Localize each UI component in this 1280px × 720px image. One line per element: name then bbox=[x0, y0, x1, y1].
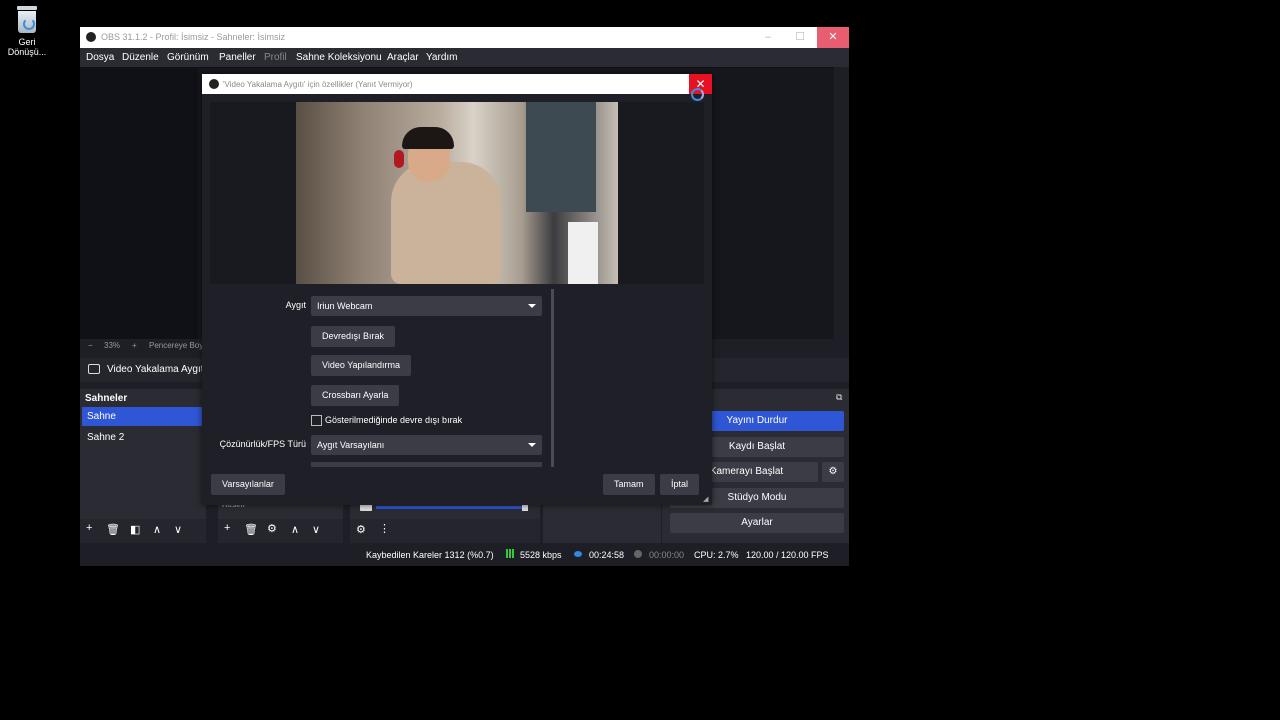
mixer-toolbar: ⚙ ⋮ bbox=[350, 519, 540, 543]
chevron-down-icon bbox=[528, 304, 536, 308]
zoom-fit-button[interactable]: Pencereye Boy bbox=[149, 341, 203, 350]
menu-docks[interactable]: Paneller bbox=[219, 52, 256, 63]
recycle-bin-icon[interactable]: Geri Dönüşü... bbox=[4, 6, 50, 57]
menu-scene-collection[interactable]: Sahne Koleksiyonu bbox=[296, 52, 382, 63]
resolution-value: Aygıt Varsayılanı bbox=[317, 440, 385, 450]
scenes-toolbar: + 🗑 ◧ ∧ ∨ bbox=[80, 519, 206, 543]
fps-readout: 120.00 / 120.00 FPS bbox=[746, 550, 829, 560]
add-source-icon[interactable]: + bbox=[224, 522, 230, 534]
scenes-dock: Sahneler Sahne Sahne 2 bbox=[80, 389, 206, 519]
zoom-in-button[interactable]: + bbox=[132, 341, 137, 350]
menu-file[interactable]: Dosya bbox=[86, 52, 114, 63]
stream-icon bbox=[574, 551, 582, 557]
menu-bar: Dosya Düzenle Görünüm Paneller Profil Sa… bbox=[80, 48, 849, 67]
deactivate-when-hidden-label: Gösterilmediğinde devre dışı bırak bbox=[325, 415, 463, 425]
menu-view[interactable]: Görünüm bbox=[167, 52, 209, 63]
sources-toolbar: + 🗑 ⚙ ∧ ∨ bbox=[218, 519, 343, 543]
menu-profile[interactable]: Profil bbox=[264, 52, 287, 63]
remove-source-icon[interactable]: 🗑 bbox=[244, 523, 258, 536]
move-up-icon[interactable]: ∧ bbox=[153, 523, 161, 536]
deactivate-button[interactable]: Devredışı Bırak bbox=[311, 326, 396, 347]
settings-button[interactable]: Ayarlar bbox=[670, 513, 844, 533]
maximize-button[interactable]: ☐ bbox=[785, 27, 815, 48]
move-down-icon[interactable]: ∨ bbox=[312, 523, 320, 536]
bitrate: 5528 kbps bbox=[520, 550, 562, 560]
resolution-select[interactable]: Aygıt Varsayılanı bbox=[311, 435, 542, 455]
deactivate-when-hidden-checkbox[interactable] bbox=[311, 415, 322, 426]
scene-item[interactable]: Sahne bbox=[82, 407, 204, 426]
close-button[interactable]: ✕ bbox=[817, 27, 849, 48]
resize-grip-icon[interactable]: ◢ bbox=[703, 495, 708, 503]
crossbar-button[interactable]: Crossbarı Ayarla bbox=[311, 385, 400, 406]
undock-icon[interactable]: ⧉ bbox=[836, 392, 842, 403]
zoom-value: 33% bbox=[104, 341, 121, 350]
status-bar: Kaybedilen Kareler 1312 (%0.7) 5528 kbps… bbox=[80, 543, 849, 566]
dropped-frames: Kaybedilen Kareler 1312 (%0.7) bbox=[366, 550, 494, 560]
obs-logo-icon bbox=[209, 79, 219, 89]
resolution-label: Çözünürlük/FPS Türü bbox=[219, 439, 306, 449]
trash-icon bbox=[14, 6, 40, 34]
record-icon bbox=[634, 550, 642, 558]
selected-source-name: Video Yakalama Aygıtı bbox=[107, 364, 207, 375]
camera-icon bbox=[88, 364, 100, 374]
menu-help[interactable]: Yardım bbox=[426, 52, 458, 63]
scene-item[interactable]: Sahne 2 bbox=[82, 428, 204, 447]
dialog-titlebar: 'Video Yakalama Aygıtı' için özellikler … bbox=[202, 74, 712, 101]
minimize-button[interactable]: – bbox=[753, 27, 783, 48]
console-shape bbox=[568, 222, 598, 284]
properties-dialog: 'Video Yakalama Aygıtı' için özellikler … bbox=[202, 74, 712, 505]
hair-shape bbox=[402, 127, 454, 149]
obs-logo-icon bbox=[86, 32, 96, 42]
device-select[interactable]: Iriun Webcam bbox=[311, 296, 542, 316]
record-time: 00:00:00 bbox=[649, 550, 685, 560]
jacket-shape bbox=[526, 102, 596, 212]
stream-time: 00:24:58 bbox=[589, 550, 625, 560]
volume-slider[interactable] bbox=[376, 506, 524, 509]
remove-scene-icon[interactable]: 🗑 bbox=[106, 523, 120, 536]
virtual-camera-settings-icon[interactable]: ⚙ bbox=[822, 462, 844, 482]
zoom-bar: − 33% + Pencereye Boy bbox=[80, 339, 220, 353]
recycle-bin-label: Geri Dönüşü... bbox=[7, 37, 47, 57]
window-title: OBS 31.1.2 - Profil: İsimsiz - Sahneler:… bbox=[101, 32, 286, 42]
more-options-icon[interactable]: ⋮ bbox=[379, 522, 390, 535]
webcam-feed bbox=[296, 102, 618, 284]
dialog-title: 'Video Yakalama Aygıtı' için özellikler … bbox=[223, 80, 413, 89]
device-label: Aygıt bbox=[285, 300, 306, 310]
next-field-partial bbox=[311, 462, 542, 467]
properties-scrollbar[interactable] bbox=[551, 289, 554, 467]
add-scene-icon[interactable]: + bbox=[86, 522, 92, 534]
menu-tools[interactable]: Araçlar bbox=[387, 52, 419, 63]
chevron-down-icon bbox=[528, 443, 536, 447]
busy-cursor-icon bbox=[691, 88, 704, 101]
ok-button[interactable]: Tamam bbox=[603, 474, 655, 495]
device-value: Iriun Webcam bbox=[317, 301, 373, 311]
video-config-button[interactable]: Video Yapılandırma bbox=[311, 355, 412, 376]
source-preview bbox=[210, 102, 704, 284]
defaults-button[interactable]: Varsayılanlar bbox=[211, 474, 285, 495]
signal-icon bbox=[506, 549, 516, 558]
advanced-audio-icon[interactable]: ⚙ bbox=[356, 523, 366, 536]
cancel-button[interactable]: İptal bbox=[660, 474, 700, 495]
obs-titlebar: OBS 31.1.2 - Profil: İsimsiz - Sahneler:… bbox=[80, 27, 849, 48]
move-up-icon[interactable]: ∧ bbox=[291, 523, 299, 536]
zoom-out-button[interactable]: − bbox=[88, 341, 93, 350]
filter-icon[interactable]: ◧ bbox=[130, 523, 140, 536]
move-down-icon[interactable]: ∨ bbox=[174, 523, 182, 536]
scenes-title: Sahneler bbox=[85, 393, 128, 404]
headset-icon bbox=[394, 150, 404, 168]
person-figure bbox=[391, 162, 501, 284]
gear-icon[interactable]: ⚙ bbox=[267, 522, 277, 535]
cpu-usage: CPU: 2.7% bbox=[694, 550, 739, 560]
menu-edit[interactable]: Düzenle bbox=[122, 52, 159, 63]
